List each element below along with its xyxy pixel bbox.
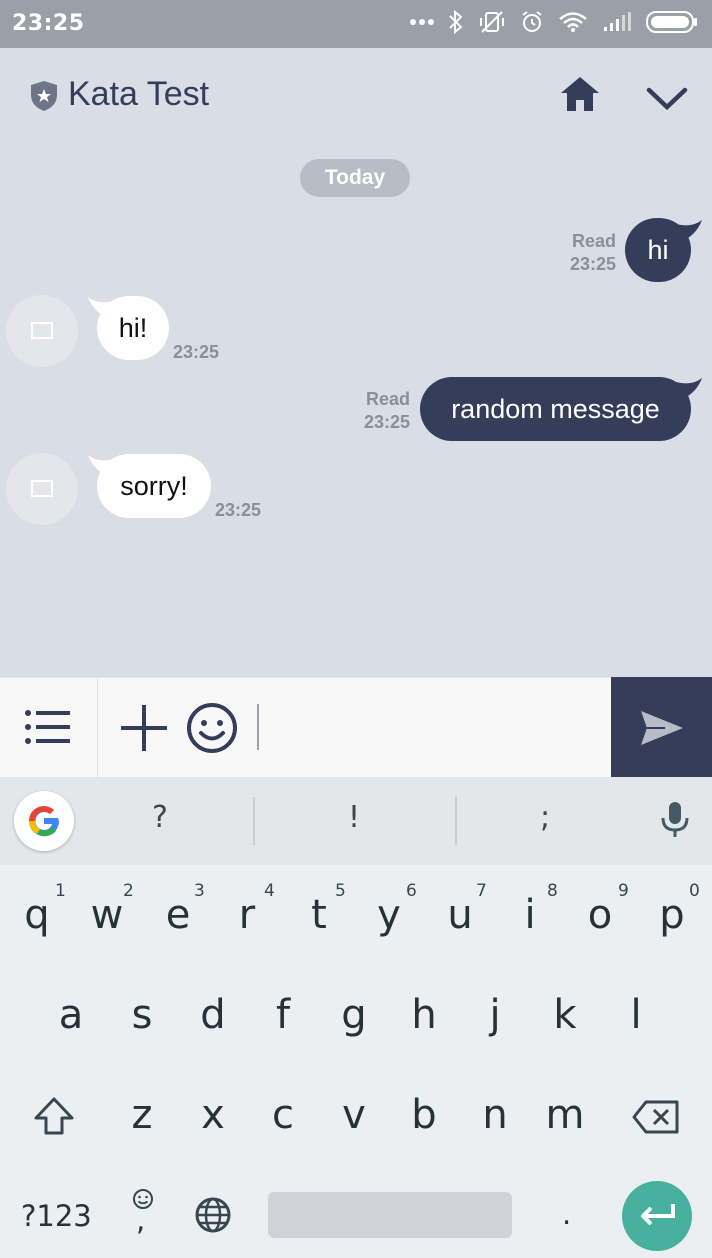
list-menu-icon [25, 710, 70, 744]
comma-key[interactable]: , [136, 1203, 145, 1237]
collapse-button[interactable] [644, 80, 690, 116]
message-time: 23:25 [363, 412, 410, 432]
vibrate-off-icon [478, 10, 506, 34]
key-m[interactable]: m [535, 1092, 595, 1138]
key-g[interactable]: g [324, 992, 384, 1038]
key-x[interactable]: x [183, 1092, 243, 1138]
key-h[interactable]: h [394, 992, 454, 1038]
key-j[interactable]: j [465, 992, 525, 1038]
key-hint: 6 [406, 881, 417, 901]
chat-title: Kata Test [68, 75, 210, 113]
suggestion[interactable]: ? [152, 800, 168, 835]
text-input-cursor[interactable] [257, 704, 259, 750]
google-g-icon [29, 806, 60, 837]
message-status: Read 23:25 [556, 230, 616, 276]
send-button[interactable] [611, 677, 712, 777]
period-key[interactable]: . [562, 1197, 571, 1231]
key-d[interactable]: d [183, 992, 243, 1038]
microphone-icon [661, 802, 689, 837]
space-key[interactable] [268, 1192, 512, 1238]
suggestion-divider [455, 797, 457, 845]
key-hint: 2 [123, 881, 134, 901]
status-time: 23:25 [12, 11, 85, 36]
message-input-bar [0, 677, 712, 777]
key-c[interactable]: c [253, 1092, 313, 1138]
send-icon [641, 711, 683, 745]
chevron-down-icon [646, 87, 688, 111]
enter-return-icon [641, 1204, 675, 1226]
key-v[interactable]: v [324, 1092, 384, 1138]
globe-icon [195, 1197, 231, 1233]
home-button[interactable] [558, 74, 602, 118]
message-status: Read 23:25 [350, 388, 410, 434]
avatar[interactable] [6, 295, 78, 367]
shift-key[interactable] [33, 1096, 75, 1141]
attach-button[interactable] [118, 702, 170, 754]
read-receipt: Read [365, 389, 410, 409]
key-a[interactable]: a [41, 992, 101, 1038]
message-time: 23:25 [569, 254, 616, 274]
backspace-key[interactable] [632, 1100, 680, 1139]
voice-input-button[interactable] [660, 800, 690, 843]
menu-button[interactable] [22, 707, 74, 751]
suggestion-divider [253, 797, 255, 845]
signal-icon [602, 12, 632, 32]
message-time: 23:25 [215, 500, 262, 520]
official-account-shield-icon [30, 80, 58, 117]
google-button[interactable] [14, 791, 74, 851]
key-s[interactable]: s [112, 992, 172, 1038]
read-receipt: Read [571, 231, 616, 251]
key-hint: 4 [264, 881, 275, 901]
battery-icon [646, 11, 698, 33]
language-key[interactable] [194, 1196, 232, 1239]
plus-icon [121, 705, 167, 751]
key-hint: 3 [194, 881, 205, 901]
home-icon [561, 77, 599, 111]
suggestion[interactable]: ; [540, 800, 550, 835]
key-k[interactable]: k [535, 992, 595, 1038]
message-bubble-incoming[interactable]: sorry! [97, 454, 211, 518]
backspace-icon [632, 1100, 679, 1134]
key-f[interactable]: f [253, 992, 313, 1038]
message-bubble-outgoing[interactable]: hi [625, 218, 691, 282]
input-divider [97, 677, 98, 777]
suggestion[interactable]: ! [348, 800, 360, 835]
wifi-icon [558, 11, 588, 33]
smiley-icon [187, 703, 237, 753]
emoji-button[interactable] [186, 702, 238, 754]
image-placeholder-icon [31, 322, 53, 339]
image-placeholder-icon [31, 480, 53, 497]
status-icons [410, 10, 698, 34]
key-z[interactable]: z [112, 1092, 172, 1138]
alarm-icon [520, 10, 544, 34]
message-time: 23:25 [173, 342, 220, 362]
key-hint: 9 [618, 881, 629, 901]
key-b[interactable]: b [394, 1092, 454, 1138]
key-hint: 5 [335, 881, 346, 901]
avatar[interactable] [6, 453, 78, 525]
more-notifications-icon [410, 18, 434, 26]
key-hint: 8 [547, 881, 558, 901]
key-n[interactable]: n [465, 1092, 525, 1138]
key-hint: 0 [689, 881, 700, 901]
key-hint: 1 [55, 881, 66, 901]
bluetooth-icon [448, 10, 464, 34]
message-bubble-incoming[interactable]: hi! [97, 296, 169, 360]
shift-arrow-icon [34, 1097, 74, 1135]
enter-key[interactable] [622, 1181, 692, 1251]
symbols-key[interactable]: ?123 [21, 1199, 92, 1233]
status-bar: 23:25 [0, 0, 712, 48]
key-hint: 7 [476, 881, 487, 901]
key-l[interactable]: l [606, 992, 666, 1038]
date-divider: Today [300, 159, 410, 197]
message-bubble-outgoing[interactable]: random message [420, 377, 691, 441]
